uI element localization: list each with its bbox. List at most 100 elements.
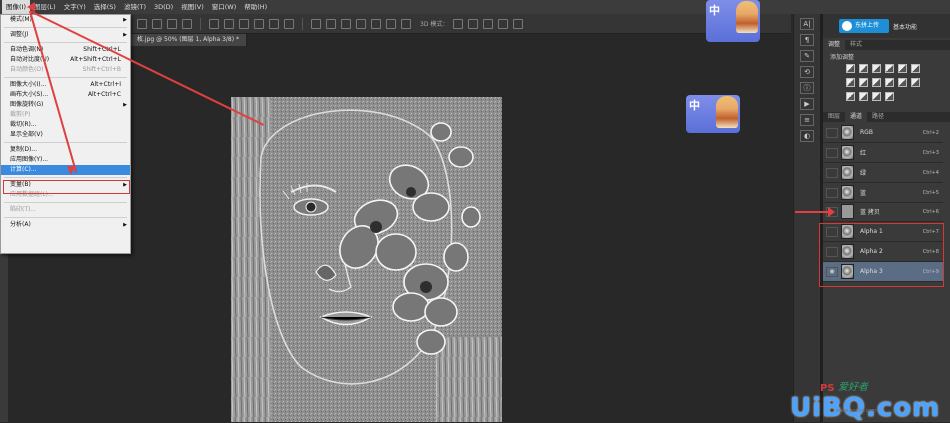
channel-row[interactable]: 蓝 Ctrl+5 bbox=[823, 183, 943, 203]
adjustment-icon[interactable] bbox=[885, 64, 894, 73]
adjustment-icon[interactable] bbox=[859, 78, 868, 87]
3d-rotate-icon[interactable] bbox=[453, 18, 464, 29]
tab-adjustments[interactable]: 调整 bbox=[823, 40, 846, 50]
distribute-icon[interactable] bbox=[326, 18, 336, 29]
menu-divider bbox=[4, 202, 127, 203]
3d-scale-icon[interactable] bbox=[513, 18, 524, 29]
adjustment-icon[interactable] bbox=[898, 78, 907, 87]
align-bottom-icon[interactable] bbox=[239, 18, 249, 29]
eye-icon[interactable] bbox=[826, 127, 838, 138]
distribute-icon[interactable] bbox=[371, 18, 381, 29]
align-middle-icon[interactable] bbox=[224, 18, 234, 29]
menu-item[interactable]: 自动对比度(U) Alt+Shift+Ctrl+L bbox=[1, 55, 130, 65]
menu-divider bbox=[4, 77, 127, 78]
menu-item[interactable]: 计算(C)... bbox=[1, 165, 130, 175]
menu-0[interactable]: 图像(I) bbox=[2, 0, 30, 14]
character-icon[interactable]: A| bbox=[800, 18, 814, 30]
properties-icon[interactable]: ≡ bbox=[800, 114, 814, 126]
brush-icon[interactable]: ✎ bbox=[800, 50, 814, 62]
3d-pan-icon[interactable] bbox=[483, 18, 494, 29]
info-icon[interactable]: ⓘ bbox=[800, 82, 814, 94]
document-image bbox=[231, 97, 502, 422]
menu-7[interactable]: 窗口(W) bbox=[208, 0, 241, 14]
3d-slide-icon[interactable] bbox=[498, 18, 509, 29]
adjustment-icon[interactable] bbox=[898, 64, 907, 73]
adjustment-icon[interactable] bbox=[846, 78, 855, 87]
eye-icon[interactable] bbox=[826, 187, 838, 198]
adjustment-icon[interactable] bbox=[885, 92, 894, 101]
adjustment-icon[interactable] bbox=[859, 64, 868, 73]
actions-icon[interactable]: ▶ bbox=[800, 98, 814, 110]
align-right-icon[interactable] bbox=[284, 18, 294, 29]
menu-3[interactable]: 选择(S) bbox=[90, 0, 120, 14]
menu-8[interactable]: 帮助(H) bbox=[240, 0, 271, 14]
3d-roll-icon[interactable] bbox=[468, 18, 479, 29]
divider bbox=[302, 17, 303, 30]
menu-divider bbox=[4, 177, 127, 178]
menu-6[interactable]: 视图(V) bbox=[177, 0, 208, 14]
tool-option-3[interactable] bbox=[167, 18, 177, 29]
document-tab[interactable]: 枚.jpg @ 50% (图层 1, Alpha 3/8) * bbox=[131, 34, 247, 46]
cloud-upload-button[interactable]: 东拼上传 bbox=[839, 19, 889, 33]
menu-shortcut: Alt+Ctrl+I bbox=[90, 81, 121, 88]
distribute-icon[interactable] bbox=[356, 18, 366, 29]
distribute-icon[interactable] bbox=[311, 18, 321, 29]
align-center-icon[interactable] bbox=[269, 18, 279, 29]
channel-row[interactable]: 蓝 拷贝 Ctrl+6 bbox=[823, 202, 943, 222]
tool-option-4[interactable] bbox=[182, 18, 192, 29]
menu-item[interactable]: 应用图像(Y)... bbox=[1, 155, 130, 165]
menu-item[interactable]: 图像大小(I)... Alt+Ctrl+I bbox=[1, 80, 130, 90]
tab-channels[interactable]: 通道 bbox=[845, 112, 868, 122]
menu-shortcut: Alt+Shift+Ctrl+L bbox=[70, 56, 121, 63]
distribute-icon[interactable] bbox=[386, 18, 396, 29]
tab-layers[interactable]: 图层 bbox=[823, 112, 845, 122]
menu-item[interactable]: 复制(D)... bbox=[1, 145, 130, 155]
paragraph-icon[interactable]: ¶ bbox=[800, 34, 814, 46]
menu-item-label: 分析(A) bbox=[10, 221, 31, 228]
menu-item[interactable]: 自动颜色(O) Shift+Ctrl+B bbox=[1, 65, 130, 75]
channel-row[interactable]: 绿 Ctrl+4 bbox=[823, 163, 943, 183]
menu-item[interactable]: 模式(M) ▶ bbox=[1, 15, 130, 25]
adjustment-icon[interactable] bbox=[846, 92, 855, 101]
distribute-icon[interactable] bbox=[341, 18, 351, 29]
adjustment-icon[interactable] bbox=[911, 78, 920, 87]
menu-item[interactable]: 分析(A) ▶ bbox=[1, 220, 130, 230]
menu-item-label: 图像旋转(G) bbox=[10, 101, 44, 108]
menu-item[interactable]: 裁切(R)... bbox=[1, 120, 130, 130]
tool-presets-icon[interactable]: ◐ bbox=[800, 130, 814, 142]
menu-item[interactable]: 调整(J) ▶ bbox=[1, 30, 130, 40]
annotation-box-alpha bbox=[819, 223, 944, 287]
eye-icon[interactable] bbox=[826, 147, 838, 158]
adjustment-icon[interactable] bbox=[885, 78, 894, 87]
menu-divider bbox=[4, 142, 127, 143]
menu-item[interactable]: 画布大小(S)... Alt+Ctrl+C bbox=[1, 90, 130, 100]
adjustment-icon[interactable] bbox=[872, 92, 881, 101]
menu-4[interactable]: 滤镜(T) bbox=[120, 0, 150, 14]
workspace-switcher[interactable]: 基本功能 bbox=[893, 22, 917, 31]
auto-align-icon[interactable] bbox=[401, 18, 411, 29]
eye-icon[interactable] bbox=[826, 167, 838, 178]
channel-row[interactable]: 红 Ctrl+3 bbox=[823, 143, 943, 163]
adjustment-icon[interactable] bbox=[859, 92, 868, 101]
align-top-icon[interactable] bbox=[209, 18, 219, 29]
annotation-box-calculate bbox=[3, 180, 130, 194]
arrowhead bbox=[67, 166, 75, 175]
align-left-icon[interactable] bbox=[254, 18, 264, 29]
adjustment-icon[interactable] bbox=[846, 64, 855, 73]
tab-styles[interactable]: 样式 bbox=[845, 40, 867, 50]
menu-item[interactable]: 陷印(T)... bbox=[1, 205, 130, 215]
menu-item[interactable]: 图像旋转(G) ▶ bbox=[1, 100, 130, 110]
menu-5[interactable]: 3D(D) bbox=[150, 0, 177, 14]
tool-option-1[interactable] bbox=[137, 18, 147, 29]
channel-shortcut: Ctrl+5 bbox=[922, 189, 939, 196]
arrowhead bbox=[27, 2, 35, 12]
adjustment-icon[interactable] bbox=[911, 64, 920, 73]
channel-row[interactable]: RGB Ctrl+2 bbox=[823, 123, 943, 143]
adjustment-icon[interactable] bbox=[872, 64, 881, 73]
menu-2[interactable]: 文字(Y) bbox=[60, 0, 90, 14]
adjustment-icon[interactable] bbox=[872, 78, 881, 87]
tab-paths[interactable]: 路径 bbox=[867, 112, 889, 122]
history-icon[interactable]: ⟲ bbox=[800, 66, 814, 78]
menu-item[interactable]: 裁剪(P) bbox=[1, 110, 130, 120]
tool-option-2[interactable] bbox=[152, 18, 162, 29]
